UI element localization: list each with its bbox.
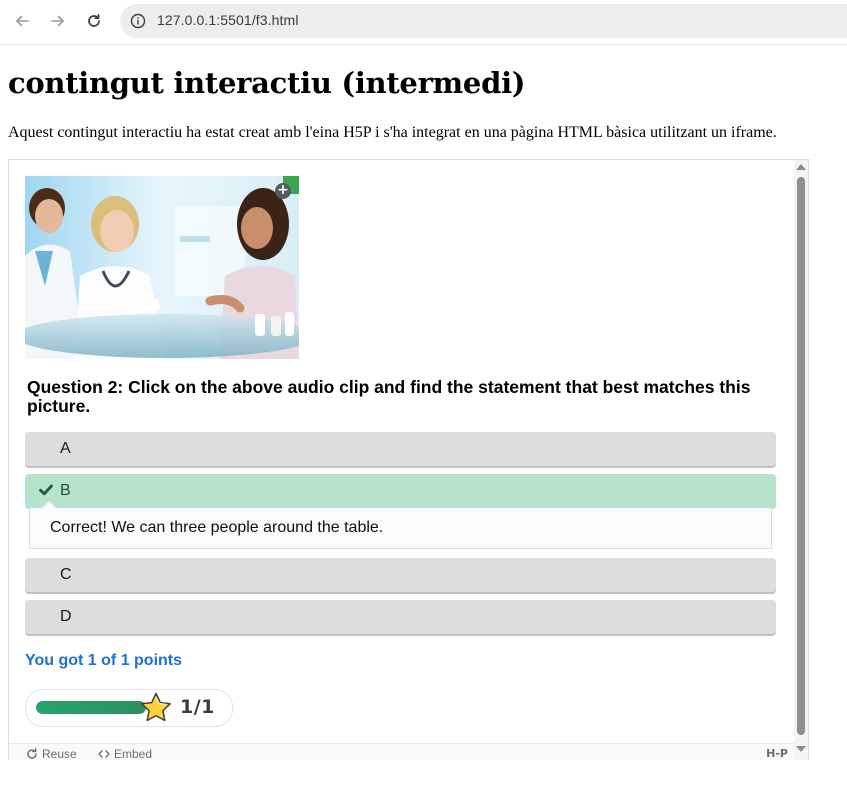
scroll-up-arrow[interactable]: [796, 164, 806, 170]
scroll-down-arrow[interactable]: [796, 746, 806, 752]
question-text: Question 2: Click on the above audio cli…: [27, 377, 751, 416]
answer-label: A: [60, 440, 71, 457]
page-intro: Aquest contingut interactiu ha estat cre…: [8, 124, 777, 141]
code-icon: [98, 750, 110, 758]
h5p-footer: Reuse Embed H-P: [9, 743, 794, 760]
arrow-right-icon: [51, 15, 64, 27]
h5p-iframe: + Question 2: Click on the above audio c…: [8, 159, 809, 760]
answer-option-a[interactable]: A: [25, 432, 776, 466]
answer-option-c[interactable]: C: [25, 558, 776, 592]
h5p-logo[interactable]: H-P: [766, 747, 788, 760]
score-progress-track: [36, 701, 146, 714]
address-bar[interactable]: 127.0.0.1:5501/f3.html: [120, 4, 847, 38]
reuse-label: Reuse: [42, 747, 77, 760]
score-bar: 1/1: [25, 689, 233, 727]
answer-label: C: [60, 566, 72, 583]
forward-button[interactable]: [47, 10, 69, 32]
doctors-consultation-image: [25, 176, 299, 359]
h5p-content: + Question 2: Click on the above audio c…: [9, 160, 794, 760]
score-progress-fill: [36, 701, 146, 714]
iframe-scrollbar[interactable]: [794, 160, 808, 760]
reload-button[interactable]: [83, 10, 105, 32]
answer-option-b[interactable]: B: [25, 474, 776, 508]
answer-label: D: [60, 608, 72, 625]
expand-image-button[interactable]: +: [275, 183, 291, 199]
question-image[interactable]: [25, 176, 299, 359]
answer-label: B: [60, 482, 71, 499]
feedback-pointer: [42, 501, 56, 508]
embed-label: Embed: [114, 747, 153, 760]
score-text: You got 1 of 1 points: [25, 652, 183, 669]
answer-option-d[interactable]: D: [25, 600, 776, 634]
score-value: 1/1: [180, 696, 215, 718]
reuse-button[interactable]: Reuse: [26, 747, 77, 760]
embed-button[interactable]: Embed: [98, 747, 152, 760]
scroll-thumb[interactable]: [797, 177, 805, 735]
arrow-left-icon: [16, 15, 29, 27]
check-icon: [39, 484, 53, 496]
url-text[interactable]: 127.0.0.1:5501/f3.html: [157, 12, 299, 28]
info-icon[interactable]: [130, 13, 146, 29]
reuse-icon: [27, 748, 37, 759]
browser-toolbar: 127.0.0.1:5501/f3.html: [0, 0, 847, 45]
back-button[interactable]: [11, 10, 33, 32]
star-icon: [141, 692, 171, 722]
page-title: contingut interactiu (intermedi): [8, 66, 526, 100]
answer-feedback: Correct! We can three people around the …: [29, 501, 772, 549]
feedback-text: Correct! We can three people around the …: [50, 519, 384, 536]
reload-icon: [88, 13, 100, 27]
